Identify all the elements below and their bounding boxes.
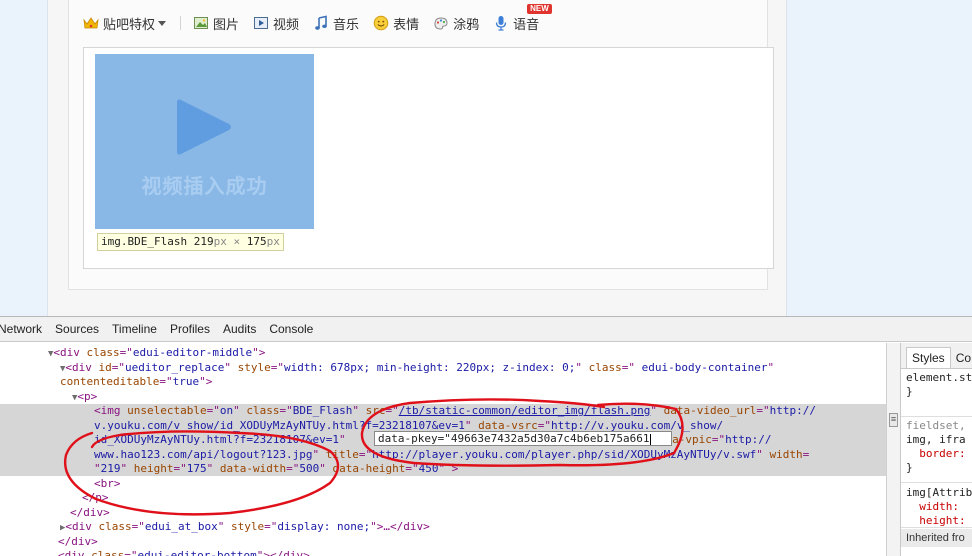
video-insert-success-caption: 视频插入成功 <box>141 176 268 198</box>
dom-line[interactable]: </div> <box>70 506 110 521</box>
toolbar-emoticon-label: 表情 <box>393 16 420 32</box>
dom-line[interactable]: ▶<div class="edui_at_box" style="display… <box>60 520 430 536</box>
post-editor-panel: 贴吧特权 图片 视频 音乐 表情 涂鸦 语音 NEW 视频插入成功 img.BD… <box>68 0 774 290</box>
elements-dom-tree[interactable]: ▼<div class="edui-editor-middle"> ▼<div … <box>0 343 886 556</box>
tooltip-selector: img.BDE_Flash <box>101 235 188 248</box>
toolbar-doodle-button[interactable]: 涂鸦 <box>433 12 479 34</box>
new-badge: NEW <box>527 4 552 14</box>
dom-line-selected[interactable]: <img unselectable="on" class="BDE_Flash"… <box>94 404 816 419</box>
tab-timeline[interactable]: Timeline <box>112 322 157 336</box>
page-main-column: 贴吧特权 图片 视频 音乐 表情 涂鸦 语音 NEW 视频插入成功 img.BD… <box>47 0 787 316</box>
tooltip-height-unit: px <box>266 235 280 248</box>
page-right-margin <box>787 0 972 316</box>
microphone-icon <box>493 15 509 31</box>
tab-audits[interactable]: Audits <box>223 322 256 336</box>
dom-line[interactable]: <br> <box>94 477 121 492</box>
devtools-tab-bar: Network Sources Timeline Profiles Audits… <box>0 317 972 342</box>
element-size-tooltip: img.BDE_Flash 219px × 175px <box>97 233 284 251</box>
styles-sidebar: Styles Co element.st } fieldset, img, if… <box>900 343 972 556</box>
dom-line[interactable]: contenteditable="true"> <box>60 375 212 390</box>
inserted-video-placeholder[interactable]: 视频插入成功 <box>95 54 314 229</box>
attribute-edit-input[interactable]: data-pkey="49663e7432a5d30a7c4b6eb175a66… <box>374 431 672 446</box>
toolbar-doodle-label: 涂鸦 <box>453 16 480 32</box>
editor-toolbar: 贴吧特权 图片 视频 音乐 表情 涂鸦 语音 NEW <box>83 4 553 35</box>
style-rule-img-attr[interactable]: img[Attrib width: height: } <box>901 486 972 541</box>
devtools-panel: Network Sources Timeline Profiles Audits… <box>0 316 972 556</box>
inherited-from-header: Inherited fro <box>901 529 972 547</box>
crown-icon <box>83 15 99 31</box>
tooltip-times: × <box>233 235 241 248</box>
page-left-margin <box>0 0 46 316</box>
dom-line[interactable]: </div> <box>58 535 98 550</box>
toolbar-video-label: 视频 <box>273 16 300 32</box>
chevron-down-icon <box>158 20 167 26</box>
web-page-area: 贴吧特权 图片 视频 音乐 表情 涂鸦 语音 NEW 视频插入成功 img.BD… <box>0 0 972 316</box>
sidebar-tab-bar: Styles Co <box>901 343 972 369</box>
toolbar-voice-button[interactable]: 语音 NEW <box>493 4 552 34</box>
dom-line-selected[interactable]: "219" height="175" data-width="500" data… <box>94 462 458 477</box>
screen: 贴吧特权 图片 视频 音乐 表情 涂鸦 语音 NEW 视频插入成功 img.BD… <box>0 0 972 556</box>
toolbar-image-button[interactable]: 图片 <box>193 12 239 34</box>
text-cursor <box>649 433 651 445</box>
tab-sources[interactable]: Sources <box>55 322 99 336</box>
toolbar-music-label: 音乐 <box>333 16 360 32</box>
style-rule-fieldset[interactable]: fieldset, img, ifra border: } <box>901 419 972 483</box>
dom-line[interactable]: ▼<p> <box>72 390 97 406</box>
toolbar-privilege-label: 贴吧特权 <box>103 16 156 32</box>
smiley-icon <box>373 15 389 31</box>
music-note-icon <box>313 15 329 31</box>
dom-line-selected[interactable]: www.hao123.com/api/logout?123.jpg" title… <box>94 448 809 463</box>
image-icon <box>193 15 209 31</box>
scrollbar-grip-icon[interactable]: ≡ <box>889 413 898 427</box>
play-icon <box>175 96 233 163</box>
toolbar-video-button[interactable]: 视频 <box>253 12 299 34</box>
paint-icon <box>433 15 449 31</box>
tooltip-height: 175 <box>246 235 267 248</box>
elements-scrollbar[interactable]: ≡ <box>886 343 900 556</box>
tooltip-width-unit: px <box>213 235 227 248</box>
toolbar-music-button[interactable]: 音乐 <box>313 12 359 34</box>
dom-line[interactable]: ▼<div class="edui-editor-middle"> <box>48 346 265 362</box>
toolbar-privilege-button[interactable]: 贴吧特权 <box>83 12 167 34</box>
toolbar-voice-label: 语音 <box>513 16 540 32</box>
dom-line[interactable]: </p> <box>82 491 109 506</box>
video-icon <box>253 15 269 31</box>
tab-console[interactable]: Console <box>269 322 313 336</box>
tab-network[interactable]: Network <box>0 322 42 336</box>
dom-line[interactable]: ▼<div id="ueditor_replace" style="width:… <box>60 361 774 377</box>
toolbar-image-label: 图片 <box>213 16 240 32</box>
style-rule-element[interactable]: element.st } <box>901 371 972 417</box>
dom-line[interactable]: <div class="edui-editor-bottom"></div> <box>58 549 310 556</box>
tooltip-width: 219 <box>193 235 214 248</box>
toolbar-emoticon-button[interactable]: 表情 <box>373 12 419 34</box>
attribute-edit-value: data-pkey="49663e7432a5d30a7c4b6eb175a66… <box>378 432 650 445</box>
editor-content-area[interactable]: 视频插入成功 img.BDE_Flash 219px × 175px <box>83 47 774 269</box>
tab-computed[interactable]: Co <box>951 348 972 368</box>
tab-profiles[interactable]: Profiles <box>170 322 210 336</box>
toolbar-divider <box>180 16 182 30</box>
tab-styles[interactable]: Styles <box>906 347 951 368</box>
